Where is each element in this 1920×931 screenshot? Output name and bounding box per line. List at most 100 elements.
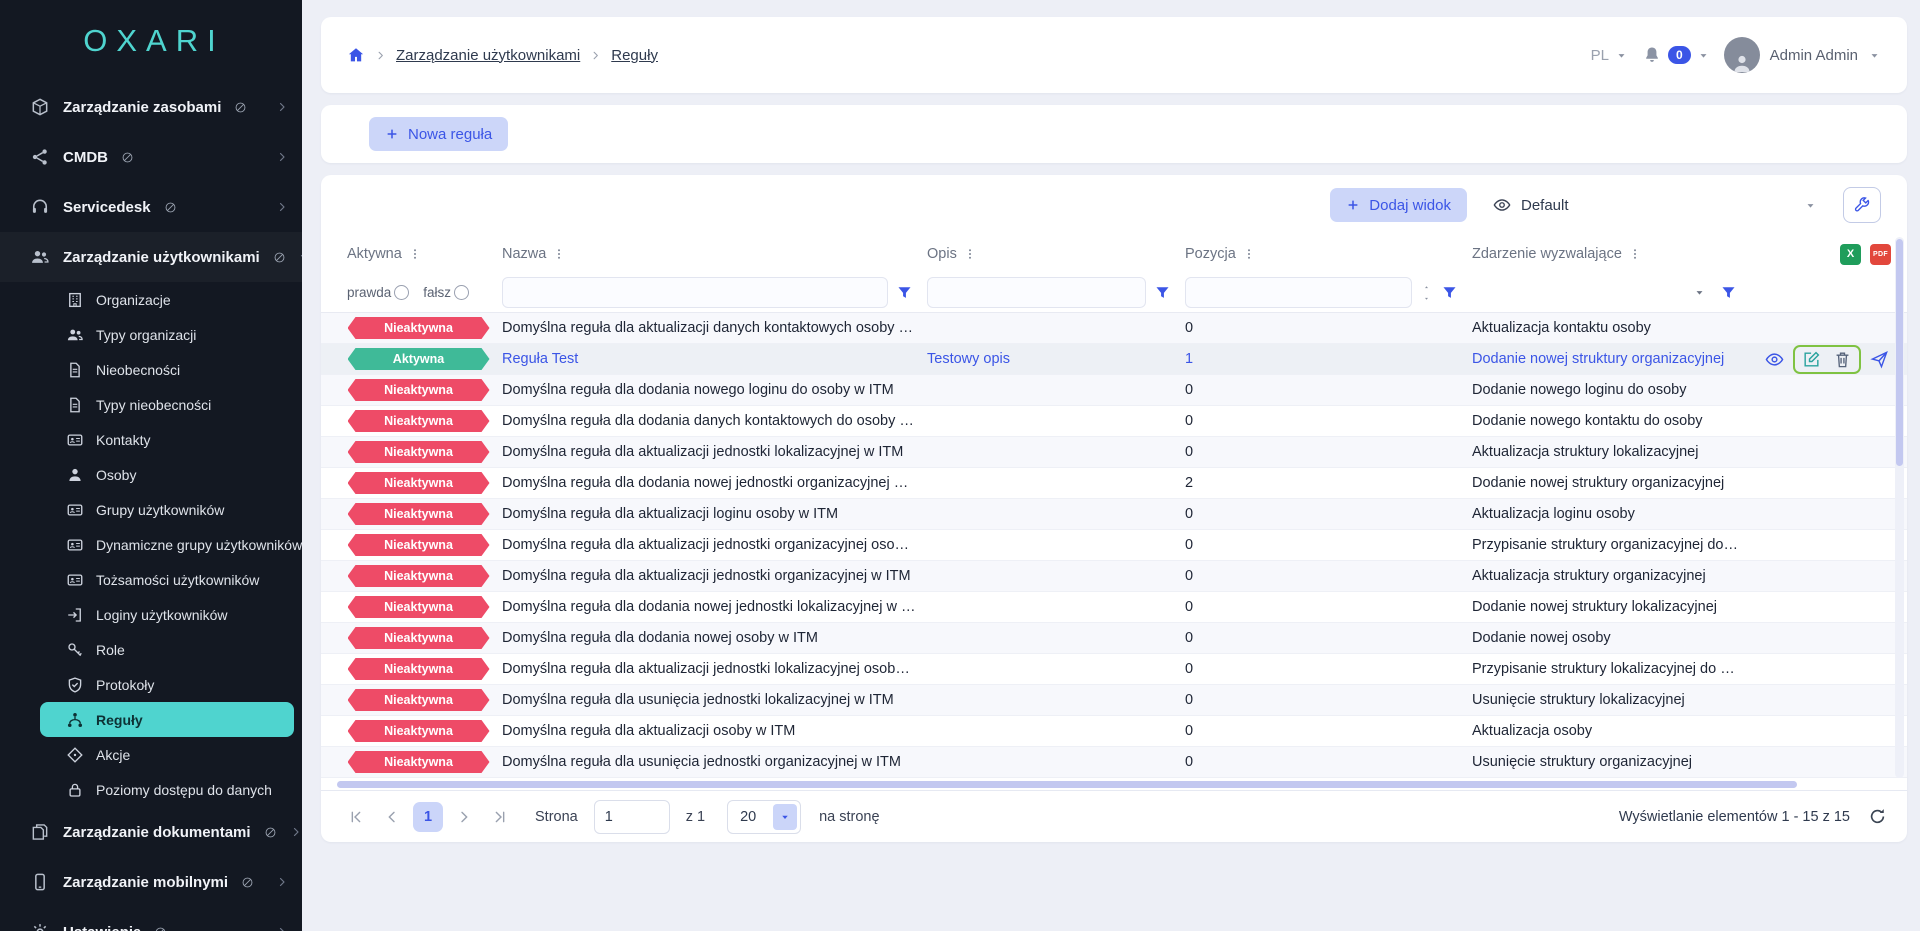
column-menu-icon[interactable] — [1242, 247, 1256, 261]
table-row[interactable]: Nieaktywna Domyślna reguła dla aktualiza… — [321, 716, 1907, 747]
sidebar-item-zarzadzanie-uzytkownikami[interactable]: Zarządzanie użytkownikami — [0, 232, 302, 282]
view-selector[interactable]: Default — [1483, 187, 1827, 223]
breadcrumb-link-user-management[interactable]: Zarządzanie użytkownikami — [396, 47, 580, 64]
table-row[interactable]: Nieaktywna Domyślna reguła dla dodania n… — [321, 468, 1907, 499]
sidebar-subitem-typy-nieobecnosci[interactable]: Typy nieobecności — [40, 387, 294, 422]
sidebar-subitem-label: Typy nieobecności — [96, 397, 211, 413]
name-cell: Domyślna reguła dla aktualizacji loginu … — [502, 506, 927, 522]
previous-page-button[interactable] — [377, 802, 407, 832]
sidebar-subitem-protokoly[interactable]: Protokoły — [40, 667, 294, 702]
description-filter-input[interactable] — [927, 277, 1146, 308]
table-row[interactable]: Nieaktywna Domyślna reguła dla usunięcia… — [321, 747, 1907, 778]
add-view-button[interactable]: Dodaj widok — [1330, 188, 1467, 222]
sidebar-subitem-akcje[interactable]: Akcje — [40, 737, 294, 772]
event-filter-select[interactable] — [1472, 277, 1712, 308]
funnel-filter-icon[interactable] — [1154, 284, 1171, 301]
sidebar-item-cmdb[interactable]: CMDB — [0, 132, 302, 182]
sidebar-subitem-nieobecnosci[interactable]: Nieobecności — [40, 352, 294, 387]
sidebar-item-servicedesk[interactable]: Servicedesk — [0, 182, 302, 232]
column-menu-icon[interactable] — [408, 247, 422, 261]
column-menu-icon[interactable] — [1628, 247, 1642, 261]
table-row[interactable]: Nieaktywna Domyślna reguła dla aktualiza… — [321, 313, 1907, 344]
name-cell[interactable]: Reguła Test — [502, 351, 927, 367]
position-filter-input[interactable] — [1185, 277, 1412, 308]
edit-icon[interactable] — [1802, 350, 1821, 369]
sidebar-subitem-label: Osoby — [96, 467, 136, 483]
home-link[interactable] — [347, 46, 365, 64]
status-badge: Aktywna — [348, 348, 490, 370]
sidebar-subitem-label: Typy organizacji — [96, 327, 196, 343]
last-page-button[interactable] — [485, 802, 515, 832]
sidebar-subitem-reguly[interactable]: Reguły — [40, 702, 294, 737]
table-row[interactable]: Nieaktywna Domyślna reguła dla aktualiza… — [321, 561, 1907, 592]
export-buttons: X PDF — [1751, 244, 1891, 265]
table-row[interactable]: Nieaktywna Domyślna reguła dla aktualiza… — [321, 654, 1907, 685]
table-row[interactable]: Nieaktywna Domyślna reguła dla dodania n… — [321, 623, 1907, 654]
table-row[interactable]: Nieaktywna Domyślna reguła dla dodania n… — [321, 375, 1907, 406]
user-menu[interactable]: Admin Admin — [1724, 37, 1881, 73]
sidebar-subitem-grupy-uzytkownikow[interactable]: Grupy użytkowników — [40, 492, 294, 527]
breadcrumb-bar: Zarządzanie użytkownikami Reguły PL 0 Ad… — [321, 17, 1907, 93]
breadcrumb-link-rules[interactable]: Reguły — [611, 47, 658, 64]
vertical-scrollbar-thumb[interactable] — [1896, 239, 1903, 466]
export-pdf-icon[interactable]: PDF — [1870, 244, 1891, 265]
position-cell: 0 — [1185, 320, 1472, 336]
sidebar-item-ustawienia[interactable]: Ustawienia — [0, 907, 302, 931]
table-row[interactable]: Nieaktywna Domyślna reguła dla usunięcia… — [321, 685, 1907, 716]
first-page-button[interactable] — [341, 802, 371, 832]
status-filter-true-radio[interactable]: prawda — [347, 285, 409, 300]
status-badge: Nieaktywna — [348, 596, 490, 618]
sidebar-item-zarzadzanie-mobilnymi[interactable]: Zarządzanie mobilnymi — [0, 857, 302, 907]
export-excel-icon[interactable]: X — [1840, 244, 1861, 265]
column-menu-icon[interactable] — [963, 247, 977, 261]
name-cell: Domyślna reguła dla usunięcia jednostki … — [502, 692, 927, 708]
funnel-filter-icon[interactable] — [896, 284, 913, 301]
position-stepper[interactable] — [1420, 284, 1433, 302]
sidebar-subitem-organizacje[interactable]: Organizacje — [40, 282, 294, 317]
status-filter-false-radio[interactable]: fałsz — [423, 285, 469, 300]
send-icon[interactable] — [1870, 350, 1889, 369]
sidebar-subitem-poziomy-dostepu-do-danych[interactable]: Poziomy dostępu do danych — [40, 772, 294, 807]
circle-slash-icon — [164, 201, 177, 214]
sidebar-subitem-typy-organizacji[interactable]: Typy organizacji — [40, 317, 294, 352]
circle-slash-icon — [273, 251, 286, 264]
new-rule-button[interactable]: Nowa reguła — [369, 117, 508, 151]
table-row[interactable]: Nieaktywna Domyślna reguła dla dodania d… — [321, 406, 1907, 437]
next-page-button[interactable] — [449, 802, 479, 832]
table-row[interactable]: Nieaktywna Domyślna reguła dla aktualiza… — [321, 437, 1907, 468]
table-row[interactable]: Aktywna Reguła Test Testowy opis 1 Dodan… — [321, 344, 1907, 375]
name-filter-input[interactable] — [502, 277, 888, 308]
notifications-button[interactable]: 0 — [1642, 45, 1710, 65]
table-row[interactable]: Nieaktywna Domyślna reguła dla aktualiza… — [321, 499, 1907, 530]
sidebar-subitem-kontakty[interactable]: Kontakty — [40, 422, 294, 457]
sidebar-item-zarzadzanie-dokumentami[interactable]: Zarządzanie dokumentami — [0, 807, 302, 857]
position-cell: 0 — [1185, 568, 1472, 584]
language-selector[interactable]: PL — [1591, 47, 1628, 64]
sidebar-subitem-osoby[interactable]: Osoby — [40, 457, 294, 492]
current-page-button[interactable]: 1 — [413, 802, 443, 832]
sidebar-subitem-role[interactable]: Role — [40, 632, 294, 667]
sidebar-subitem-dynamiczne-grupy-uzytkownikow[interactable]: Dynamiczne grupy użytkowników — [40, 527, 294, 562]
horizontal-scrollbar-thumb[interactable] — [337, 781, 1797, 788]
position-cell: 1 — [1185, 351, 1472, 367]
page-size-select[interactable]: 20 — [727, 800, 801, 834]
sidebar-subitem-tozsamosci-uzytkownikow[interactable]: Tożsamości użytkowników — [40, 562, 294, 597]
caret-down-icon — [1697, 49, 1710, 62]
funnel-filter-icon[interactable] — [1441, 284, 1458, 301]
table-row[interactable]: Nieaktywna Domyślna reguła dla aktualiza… — [321, 530, 1907, 561]
preview-eye-icon[interactable] — [1765, 350, 1784, 369]
page-number-input[interactable] — [594, 800, 670, 834]
funnel-filter-icon[interactable] — [1720, 284, 1737, 301]
table-header-row: Aktywna Nazwa Opis Pozycja Zdarzenie wyz… — [321, 235, 1907, 273]
settings-wrench-button[interactable] — [1843, 187, 1881, 223]
refresh-icon[interactable] — [1868, 807, 1887, 826]
column-menu-icon[interactable] — [552, 247, 566, 261]
delete-icon[interactable] — [1833, 350, 1852, 369]
actions-bar: Nowa reguła — [321, 105, 1907, 163]
page-of-label: z 1 — [686, 809, 705, 825]
table-row[interactable]: Nieaktywna Domyślna reguła dla dodania n… — [321, 592, 1907, 623]
sidebar-item-zarzadzanie-zasobami[interactable]: Zarządzanie zasobami — [0, 82, 302, 132]
status-cell: Nieaktywna — [347, 596, 502, 618]
status-cell: Nieaktywna — [347, 534, 502, 556]
sidebar-subitem-loginy-uzytkownikow[interactable]: Loginy użytkowników — [40, 597, 294, 632]
